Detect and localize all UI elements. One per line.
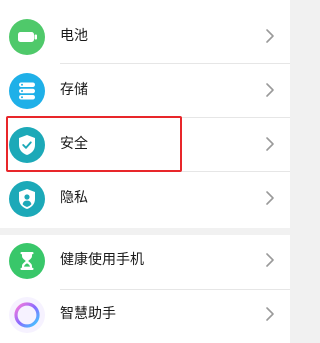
- battery-icon: [9, 19, 45, 55]
- assistant-ring-icon: [9, 297, 45, 333]
- storage-icon: [9, 73, 45, 109]
- chevron-right-icon: [266, 191, 274, 205]
- chevron-right-icon: [266, 253, 274, 267]
- hourglass-icon: [9, 243, 45, 279]
- settings-item-label: 存储: [60, 82, 88, 98]
- settings-item-battery[interactable]: 电池: [0, 9, 290, 63]
- chevron-right-icon: [266, 307, 274, 321]
- settings-group-services: 健康使用手机 智慧助手: [0, 235, 290, 343]
- highlight-box: [6, 116, 182, 172]
- privacy-shield-icon: [9, 181, 45, 217]
- settings-group-system: 电池 存储 安全 隐私: [0, 0, 290, 228]
- chevron-right-icon: [266, 137, 274, 151]
- settings-item-label: 电池: [60, 28, 88, 44]
- settings-item-digital-balance[interactable]: 健康使用手机: [0, 235, 290, 289]
- settings-item-storage[interactable]: 存储: [0, 63, 290, 117]
- settings-item-smart-assistant[interactable]: 智慧助手: [0, 289, 290, 343]
- settings-item-label: 隐私: [60, 190, 88, 206]
- chevron-right-icon: [266, 83, 274, 97]
- settings-item-label: 健康使用手机: [60, 252, 144, 268]
- settings-item-label: 智慧助手: [60, 306, 116, 322]
- chevron-right-icon: [266, 29, 274, 43]
- settings-item-privacy[interactable]: 隐私: [0, 171, 290, 225]
